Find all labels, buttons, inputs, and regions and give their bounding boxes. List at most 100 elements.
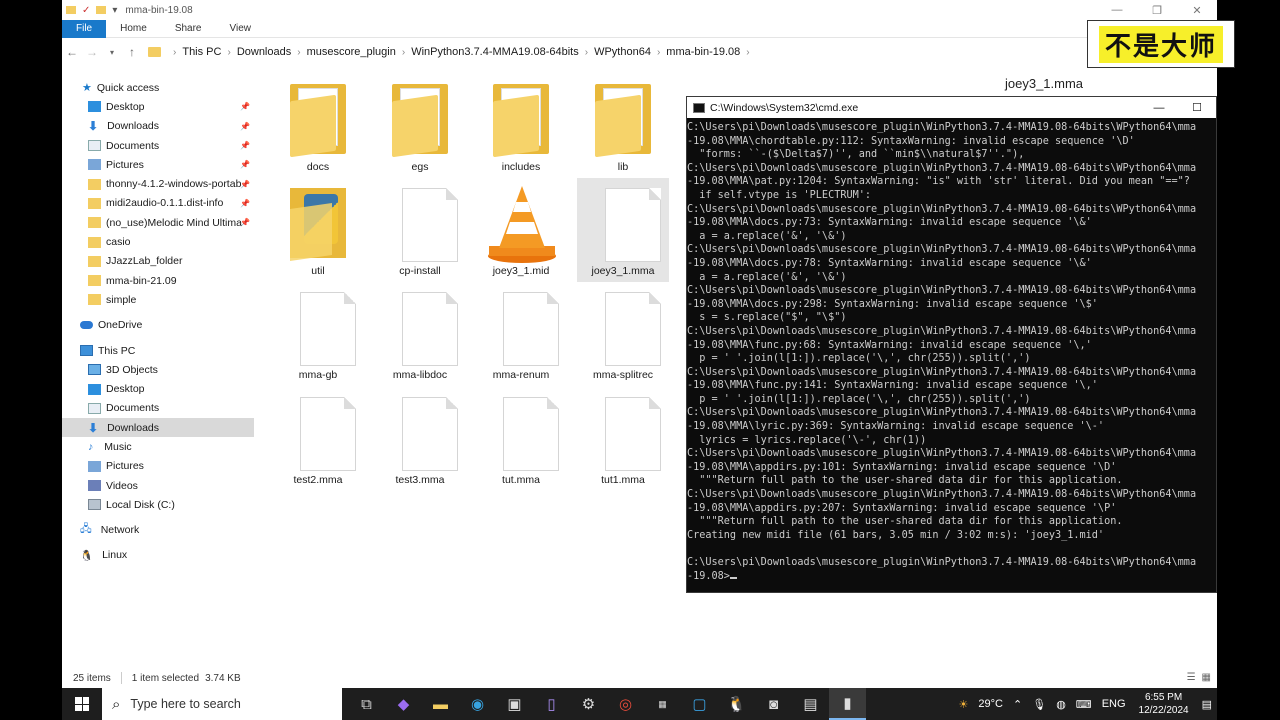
breadcrumb-musescore-plugin[interactable]: musescore_plugin [307,46,396,58]
new-folder-icon[interactable] [96,6,107,14]
sidebar-item-local-disk[interactable]: Local Disk (C:) [62,495,254,514]
sidebar-item-network[interactable]: 🖧 Network [62,521,254,540]
sidebar-item-documents-pinned[interactable]: Documents 📌 [62,136,254,155]
tab-file[interactable]: File [62,19,107,38]
file-item-tut[interactable]: tut.mma [475,391,567,491]
ocr-app-icon[interactable]: ▦ [644,688,681,720]
tab-view[interactable]: View [216,20,266,38]
store-icon[interactable]: ▣ [496,688,533,720]
status-bar: 25 items 1 item selected 3.74 KB ☰ ▦ [62,668,1217,688]
sidebar-item-simple[interactable]: simple [62,290,254,309]
breadcrumb-winpython[interactable]: WinPython3.7.4-MMA19.08-64bits [411,46,579,58]
sidebar-item-pictures-pinned[interactable]: Pictures 📌 [62,155,254,174]
sidebar-item-videos[interactable]: Videos [62,476,254,495]
file-item-test2[interactable]: test2.mma [272,391,364,491]
file-item-mma-splitrec[interactable]: mma-splitrec [577,286,669,386]
file-item-lib[interactable]: lib [577,78,669,178]
sidebar-item-midi2audio[interactable]: midi2audio-0.1.1.dist-info 📌 [62,194,254,213]
sidebar-item-thonny[interactable]: thonny-4.1.2-windows-portab 📌 [62,174,254,193]
sidebar-item-documents[interactable]: Documents [62,399,254,418]
tab-share[interactable]: Share [161,20,216,38]
file-item-mma-gb[interactable]: mma-gb [272,286,364,386]
file-explorer-icon[interactable]: ▬ [422,688,459,720]
minimize-button[interactable]: — [1140,97,1178,118]
settings-gear-icon[interactable]: ⚙ [570,688,607,720]
weather-temp[interactable]: 29°C [978,698,1003,710]
breadcrumb-mma-bin[interactable]: mma-bin-19.08 [666,46,740,58]
task-view-icon[interactable]: ⧉ [348,688,385,720]
file-item-includes[interactable]: includes [475,78,567,178]
breadcrumb[interactable]: › This PC › Downloads › musescore_plugin… [148,46,756,58]
folder-icon [290,84,346,158]
customize-qat-icon[interactable]: ▾ [112,5,117,16]
maximize-button[interactable]: ☐ [1178,97,1216,118]
clock[interactable]: 6:55 PM 12/22/2024 [1139,691,1189,717]
screen-app-icon[interactable]: ▢ [681,688,718,720]
recent-dropdown-icon[interactable]: ▾ [102,48,122,57]
sidebar-item-casio[interactable]: casio [62,232,254,251]
cmd-taskbar-icon[interactable]: ▮ [829,688,866,720]
sidebar-item-pictures[interactable]: Pictures [62,457,254,476]
file-item-test3[interactable]: test3.mma [374,391,466,491]
close-button[interactable]: ✕ [1177,0,1217,20]
keyboard-icon[interactable]: ⌨ [1076,698,1092,711]
file-item-util[interactable]: util [272,182,364,282]
breadcrumb-downloads[interactable]: Downloads [237,46,291,58]
file-item-tut1[interactable]: tut1.mma [577,391,669,491]
penguin-icon[interactable]: 🐧 [718,688,755,720]
copilot-icon[interactable]: ◆ [385,688,422,720]
sidebar-item-downloads-pinned[interactable]: ⬇ Downloads 📌 [62,117,254,136]
chevron-right-icon: › [173,46,177,58]
sidebar-item-downloads[interactable]: ⬇ Downloads [62,418,254,438]
file-item-egs[interactable]: egs [374,78,466,178]
start-button[interactable] [62,688,102,720]
chrome-icon[interactable]: ◎ [607,688,644,720]
sidebar-item-linux[interactable]: 🐧 Linux [62,546,254,565]
edge-icon[interactable]: ◉ [459,688,496,720]
sidebar-item-label: Desktop [106,383,145,396]
input-language[interactable]: ENG [1102,698,1126,710]
chevron-up-icon[interactable]: ⌃ [1013,698,1022,711]
notification-icon[interactable]: ▤ [1202,698,1212,711]
sidebar-item-music[interactable]: ♪ Music [62,437,254,456]
sidebar-item-onedrive[interactable]: OneDrive [62,316,254,335]
taskbar-search[interactable]: ⌕ Type here to search [102,688,342,720]
sidebar-item-desktop[interactable]: Desktop [62,379,254,398]
file-item-joey-mid[interactable]: joey3_1.mid [475,182,567,282]
breadcrumb-this-pc[interactable]: This PC [182,46,221,58]
large-icons-view-icon[interactable]: ▦ [1202,672,1211,683]
forward-arrow-icon[interactable]: → [82,45,102,59]
pin-icon: 📌 [240,218,250,228]
file-item-cp-install[interactable]: cp-install [374,182,466,282]
sidebar-item-melodic-mind[interactable]: (no_use)Melodic Mind Ultima 📌 [62,213,254,232]
minimize-button[interactable]: — [1097,0,1137,20]
camera-icon[interactable]: ◙ [755,688,792,720]
file-item-docs[interactable]: docs [272,78,364,178]
cmd-titlebar[interactable]: C:\Windows\System32\cmd.exe — ☐ [687,97,1216,118]
breadcrumb-wpython64[interactable]: WPython64 [594,46,651,58]
tab-home[interactable]: Home [106,20,161,38]
weather-icon[interactable]: ☀ [959,698,969,711]
folder-icon [88,294,101,306]
back-arrow-icon[interactable]: ← [62,45,82,59]
up-arrow-icon[interactable]: ↑ [122,45,142,59]
sidebar-item-3d-objects[interactable]: 3D Objects [62,360,254,379]
file-item-joey-mma[interactable]: joey3_1.mma [577,178,669,282]
sidebar-item-jjazzlab[interactable]: JJazzLab_folder [62,252,254,271]
network-globe-icon[interactable]: ◍ [1056,698,1066,711]
pictures-icon [88,159,101,171]
sidebar-item-this-pc[interactable]: This PC [62,341,254,360]
cmd-window[interactable]: C:\Windows\System32\cmd.exe — ☐ C:\Users… [686,96,1217,593]
sidebar-item-mma-bin-21[interactable]: mma-bin-21.09 [62,271,254,290]
restore-button[interactable]: ❐ [1137,0,1177,20]
details-view-icon[interactable]: ☰ [1187,672,1196,683]
sidebar-item-quick-access[interactable]: ★ Quick access [62,78,254,97]
file-item-mma-libdoc[interactable]: mma-libdoc [374,286,466,386]
microphone-icon[interactable]: 🎙 [1032,698,1046,711]
phone-link-icon[interactable]: ▯ [533,688,570,720]
file-item-mma-renum[interactable]: mma-renum [475,286,567,386]
properties-icon[interactable]: ✓ [82,5,90,16]
sidebar-item-desktop-pinned[interactable]: Desktop 📌 [62,97,254,116]
console-output[interactable]: C:\Users\pi\Downloads\musescore_plugin\W… [687,118,1216,592]
notepad-icon[interactable]: ▤ [792,688,829,720]
